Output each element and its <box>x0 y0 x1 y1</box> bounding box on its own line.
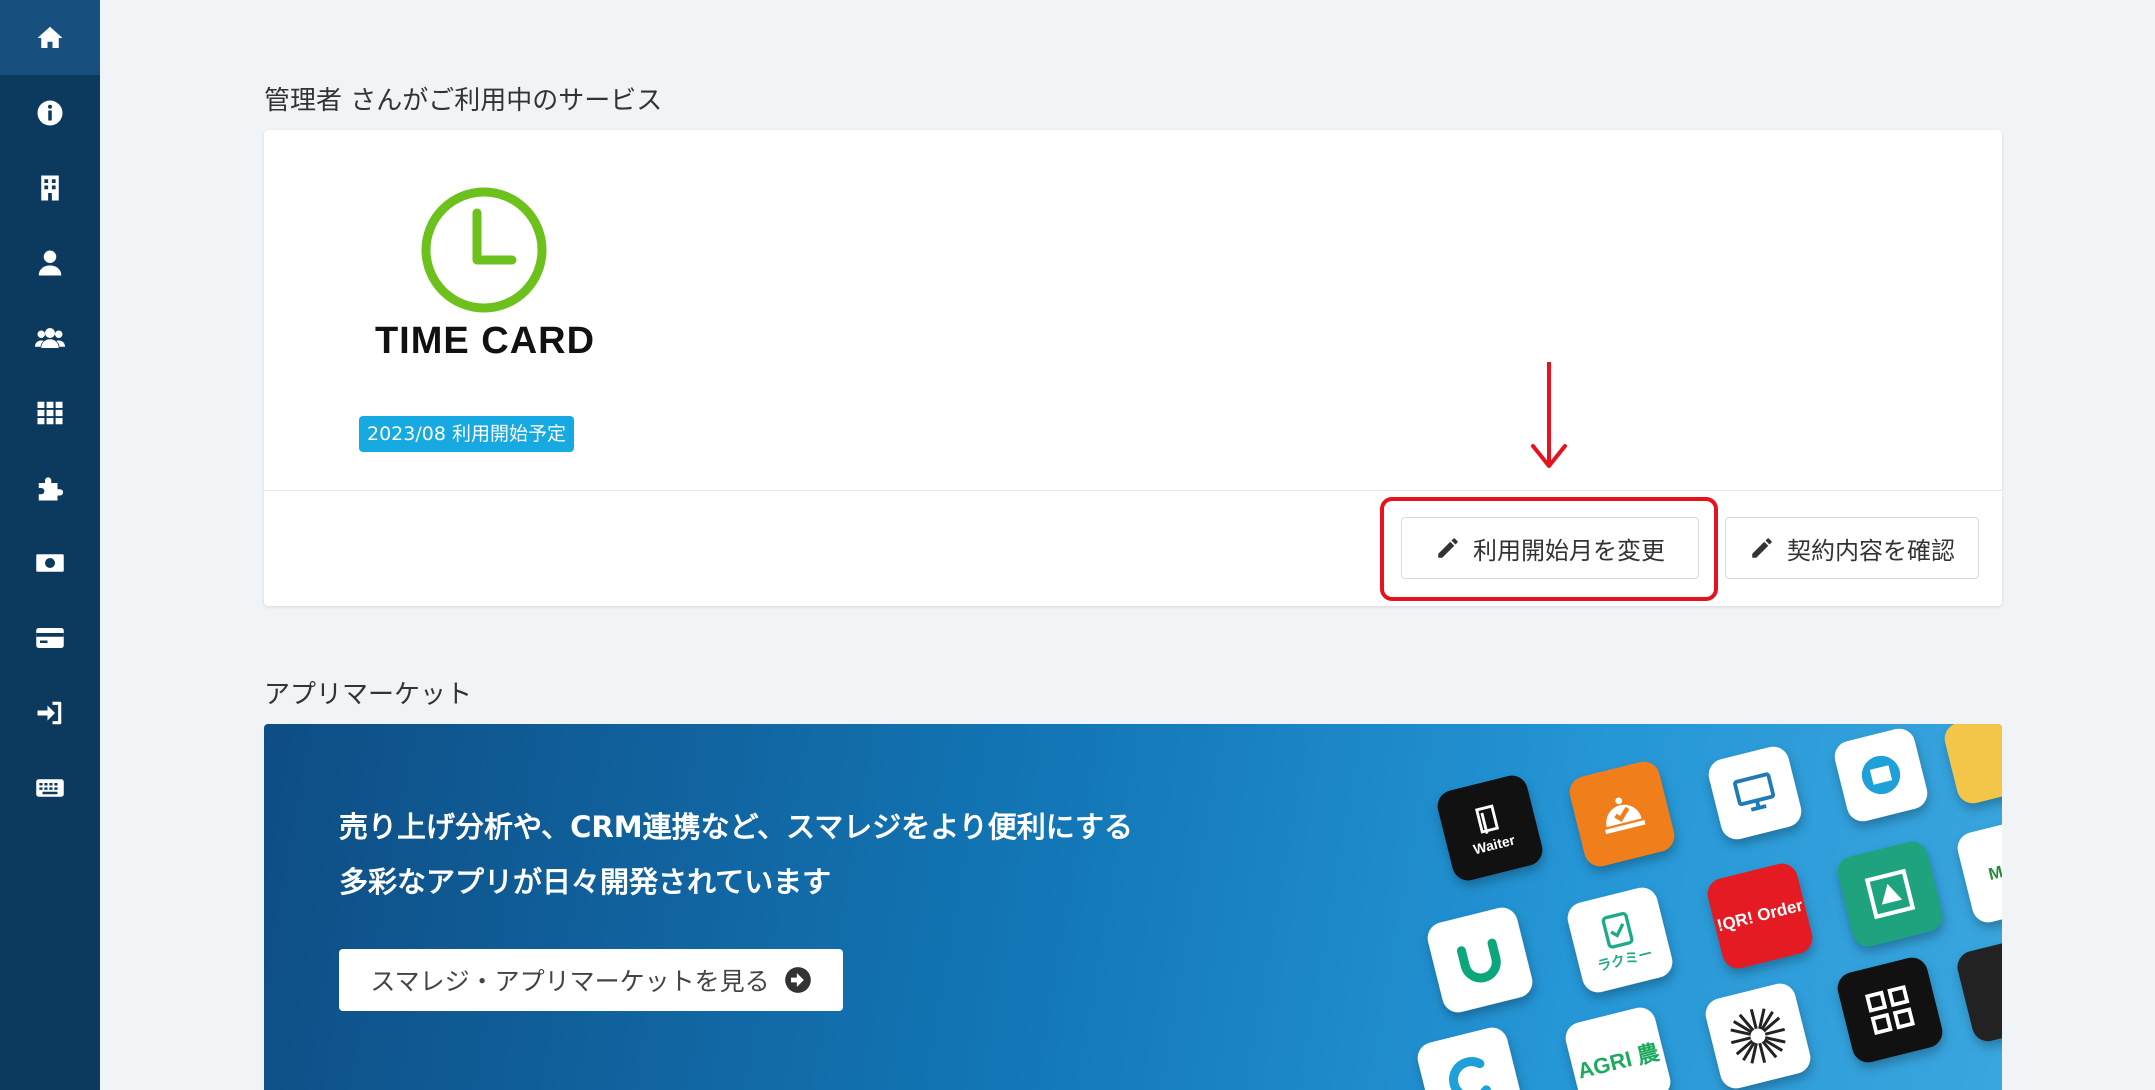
app-tile-qr-order: !QR! Order <box>1704 860 1816 972</box>
red-arrow-annotation <box>1531 362 1567 468</box>
sidebar-item-plugins[interactable] <box>0 450 100 525</box>
arrow-circle-right-icon <box>784 967 811 993</box>
app-tile-c <box>1414 1024 1526 1090</box>
card-divider <box>264 490 2002 491</box>
qr-order-label: !QR! Order <box>1714 895 1805 936</box>
sidebar-item-apps[interactable] <box>0 375 100 450</box>
banner-line-1: 売り上げ分析や、CRM連携など、スマレジをより便利にする <box>339 810 1133 844</box>
sidebar-item-home[interactable] <box>0 0 100 75</box>
info-icon <box>37 100 63 125</box>
sidebar-item-billing[interactable] <box>0 525 100 600</box>
building-icon <box>41 175 59 200</box>
triangle-icon <box>1864 868 1916 920</box>
app-tile-monitor <box>1705 743 1805 843</box>
sign-in-icon <box>37 701 62 724</box>
app-tile-dark-grid <box>1834 954 1946 1066</box>
monitor-icon <box>1733 772 1776 812</box>
banner-line-2: 多彩なアプリが日々開発されています <box>339 865 832 899</box>
confirm-contract-label: 契約内容を確認 <box>1787 536 1955 565</box>
app-market-button[interactable]: スマレジ・アプリマーケットを見る <box>339 949 843 1011</box>
service-card: TIME CARD 2023/08 利用開始予定 利用開始月を変更 契約内容を確… <box>264 130 2002 606</box>
start-date-badge: 2023/08 利用開始予定 <box>359 416 574 452</box>
app-market-banner: 売り上げ分析や、CRM連携など、スマレジをより便利にする 多彩なアプリが日々開発… <box>264 724 2002 1090</box>
users-icon <box>35 327 65 348</box>
app-tile-edge <box>1954 935 2002 1045</box>
market-heading: アプリマーケット <box>264 680 473 710</box>
puzzle-icon <box>38 476 64 500</box>
bell-check-icon <box>1605 797 1646 835</box>
app-tile-triangle <box>1834 838 1946 950</box>
sidebar-item-login[interactable] <box>0 675 100 750</box>
app-tile-burst <box>1702 980 1814 1090</box>
highlight-box-annotation <box>1380 497 1718 601</box>
app-tile-mr: Mr. M <box>1954 814 2002 926</box>
grid-icon <box>37 401 63 424</box>
home-icon <box>37 26 63 48</box>
app-tile-register <box>1831 725 1931 825</box>
sidebar <box>0 0 100 1090</box>
app-tiles: Waiter ラクミー !QR! Order Mr. M <box>1414 724 2002 1090</box>
services-heading: 管理者 さんがご利用中のサービス <box>264 86 663 116</box>
sidebar-item-info[interactable] <box>0 75 100 150</box>
mr-label: Mr. M <box>1986 855 2002 884</box>
burst-icon <box>1730 1008 1786 1064</box>
user-icon <box>38 250 62 275</box>
clock-icon <box>421 187 547 313</box>
sidebar-item-payment[interactable] <box>0 600 100 675</box>
sidebar-item-store[interactable] <box>0 150 100 225</box>
service-logo-text: TIME CARD <box>374 320 596 362</box>
sidebar-item-user[interactable] <box>0 225 100 300</box>
app-tile-agri: AGRI 農 <box>1562 1004 1674 1090</box>
u-logo-icon <box>1456 938 1501 983</box>
c-logo-icon <box>1449 1057 1491 1090</box>
credit-card-icon <box>36 627 64 648</box>
register-icon <box>1861 755 1901 795</box>
confirm-contract-button[interactable]: 契約内容を確認 <box>1725 517 1979 579</box>
app-tile-smaregi-u <box>1424 904 1536 1016</box>
pencil-icon <box>1752 538 1772 558</box>
app-tile-rakumi: ラクミー <box>1564 884 1676 996</box>
agri-label: AGRI 農 <box>1575 1039 1662 1084</box>
app-tile-bell <box>1566 758 1678 870</box>
app-tile-yellow <box>1941 724 2002 807</box>
sidebar-item-keyboard[interactable] <box>0 750 100 825</box>
app-grid-icon <box>1864 984 1916 1036</box>
sidebar-item-staff[interactable] <box>0 300 100 375</box>
app-tile-waiter: Waiter <box>1434 772 1546 884</box>
money-icon <box>36 553 64 572</box>
app-market-button-label: スマレジ・アプリマーケットを見る <box>370 967 770 996</box>
keyboard-icon <box>36 778 64 797</box>
